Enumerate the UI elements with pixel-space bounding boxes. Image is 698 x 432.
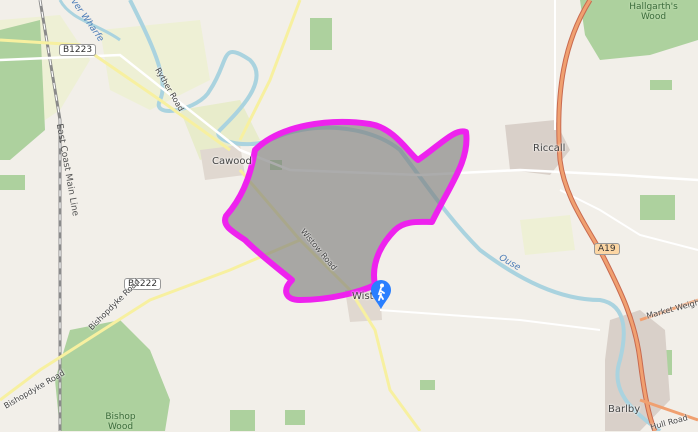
label-bishop-wood: Bishop Wood (105, 412, 136, 432)
label-hallgarth-wood: Hallgarth's Wood (629, 2, 678, 22)
place-barlby: Barlby (608, 404, 641, 415)
road-shield-b1223: B1223 (59, 44, 97, 56)
place-riccall: Riccall (533, 143, 566, 154)
hiker-marker-icon[interactable] (370, 280, 392, 310)
road-shield-a19: A19 (594, 243, 620, 255)
map-base (0, 0, 698, 431)
place-cawood: Cawood (212, 156, 252, 167)
map-canvas[interactable]: Cawood Riccall Barlby Wistow B1223 B1222… (0, 0, 698, 432)
